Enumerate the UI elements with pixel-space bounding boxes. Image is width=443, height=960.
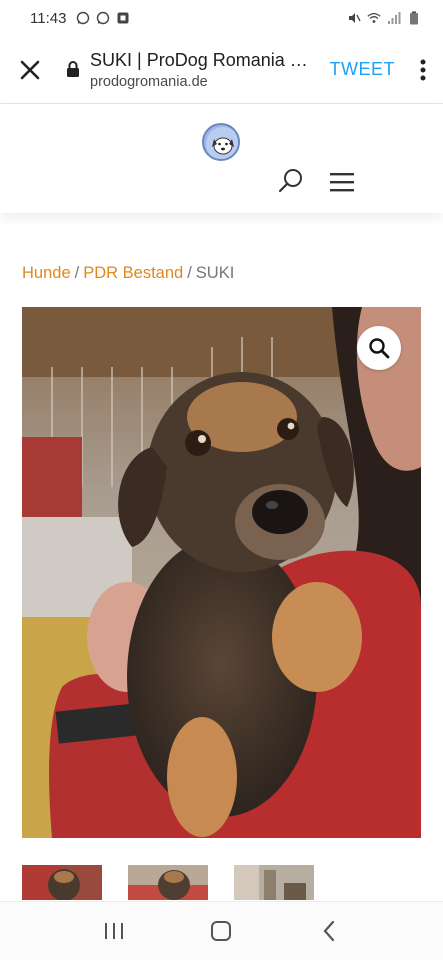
back-button[interactable] [309, 911, 349, 951]
gallery-thumbnails [22, 865, 421, 900]
page-url: prodogromania.de [90, 73, 208, 90]
home-button[interactable] [201, 911, 241, 951]
zoom-image-button[interactable] [357, 326, 401, 370]
status-bar: 11:43 [0, 0, 443, 36]
whatsapp-icon [97, 11, 110, 25]
breadcrumb-separator: / [187, 264, 192, 282]
home-icon [211, 921, 232, 941]
gallery-thumbnail[interactable] [128, 865, 208, 900]
gallery-thumbnail[interactable] [234, 865, 314, 900]
status-right [347, 11, 421, 25]
tab-title-block[interactable]: SUKI | ProDog Romania e.V. prodogromania… [90, 50, 310, 90]
magnifier-icon [369, 338, 390, 359]
whatsapp-icon [77, 11, 90, 25]
main-product-image[interactable] [22, 307, 421, 838]
wifi-icon [367, 13, 381, 23]
search-icon [278, 169, 302, 193]
mute-icon [349, 13, 361, 23]
breadcrumb-link-hunde[interactable]: Hunde [22, 264, 71, 282]
system-navigation-bar [0, 901, 443, 960]
breadcrumb-link-pdr-bestand[interactable]: PDR Bestand [83, 264, 183, 282]
thumbnail-image [128, 865, 208, 900]
recent-apps-icon [104, 923, 123, 939]
breadcrumb: Hunde / PDR Bestand / SUKI [22, 264, 234, 283]
site-logo[interactable] [202, 123, 240, 161]
close-tab-button[interactable] [0, 36, 60, 104]
battery-icon [410, 11, 418, 25]
hamburger-menu-icon [330, 173, 354, 192]
signal-icon [388, 12, 401, 24]
thumbnail-image [234, 865, 314, 900]
status-left: 11:43 [30, 10, 130, 27]
site-search-button[interactable] [277, 167, 305, 195]
close-icon [20, 60, 40, 79]
site-header [0, 105, 443, 213]
custom-tab-toolbar: SUKI | ProDog Romania e.V. prodogromania… [0, 36, 443, 104]
app-notification-icon [117, 12, 129, 24]
breadcrumb-current: SUKI [195, 264, 235, 282]
back-chevron-icon [323, 920, 335, 942]
dog-logo-icon [206, 127, 238, 159]
page-title: SUKI | ProDog Romania e.V. [90, 49, 310, 70]
lock-icon-wrap [58, 61, 88, 78]
more-vert-icon [420, 59, 426, 80]
gallery-thumbnail[interactable] [22, 865, 102, 900]
puppy-photo [22, 307, 421, 838]
breadcrumb-separator: / [74, 264, 80, 282]
recent-apps-button[interactable] [94, 911, 134, 951]
lock-icon [67, 61, 79, 77]
status-time: 11:43 [30, 9, 67, 27]
site-menu-button[interactable] [328, 171, 356, 193]
thumbnail-image [22, 865, 102, 900]
tweet-button[interactable]: TWEET [322, 59, 404, 80]
more-options-button[interactable] [403, 36, 443, 104]
